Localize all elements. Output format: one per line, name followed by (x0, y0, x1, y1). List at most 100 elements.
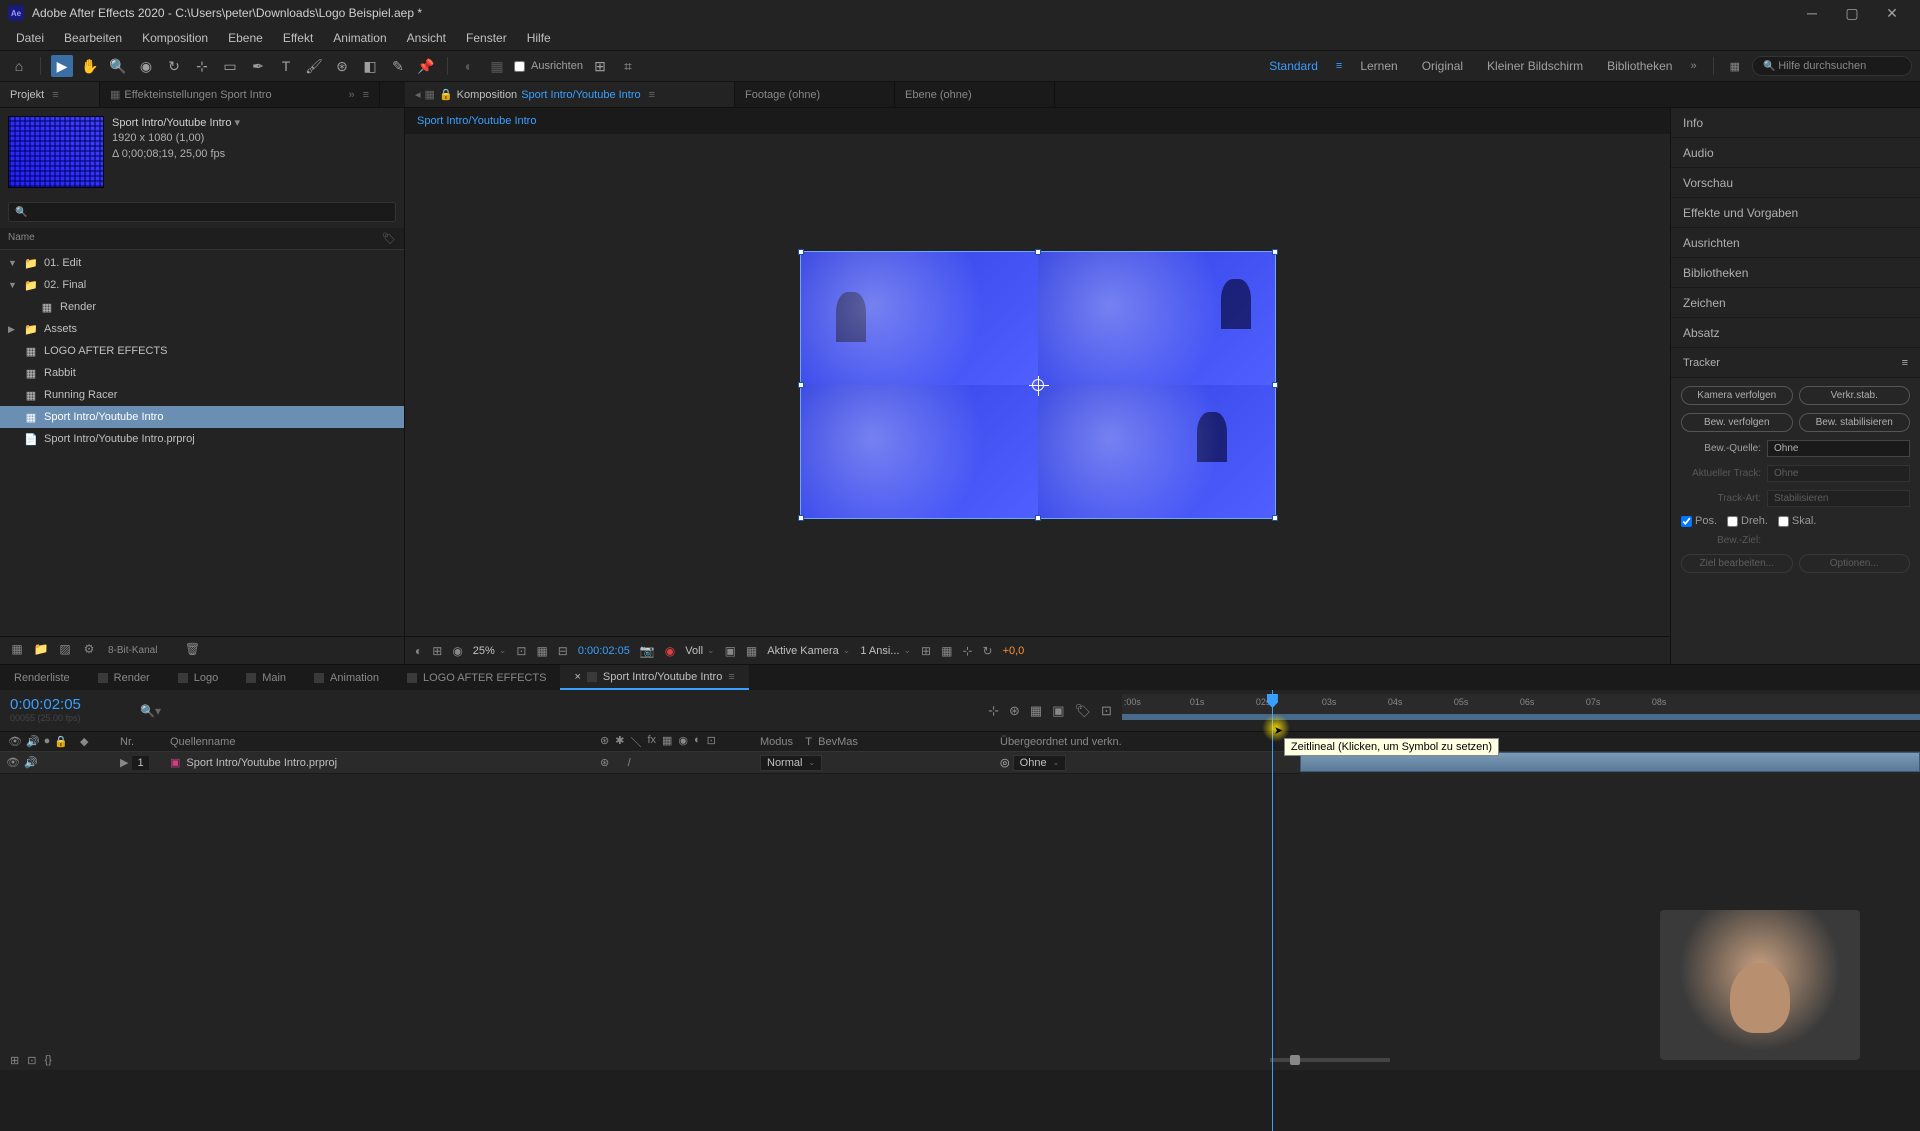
help-search[interactable]: Hilfe durchsuchen (1752, 56, 1912, 76)
handle-bl[interactable] (798, 515, 804, 521)
viewer-canvas[interactable] (405, 134, 1670, 636)
lock-col-icon[interactable]: 🔒 (54, 735, 68, 748)
rot-checkbox[interactable] (1727, 516, 1738, 527)
menu-fenster[interactable]: Fenster (456, 31, 517, 45)
col-mode[interactable]: Modus T BevMas (760, 736, 900, 748)
new-comp-icon[interactable]: ▨ (56, 642, 74, 660)
tree-item-01-edit[interactable]: ▼📁01. Edit (0, 252, 404, 274)
viewer-time[interactable]: 0:00:02:05 (578, 645, 630, 657)
audio-col-icon[interactable]: 🔊 (26, 735, 40, 748)
handle-tr[interactable] (1272, 249, 1278, 255)
mask-icon[interactable]: ◉ (452, 644, 462, 658)
maximize-button[interactable]: ▢ (1832, 5, 1872, 22)
workspace-kleiner[interactable]: Kleiner Bildschirm (1481, 55, 1589, 77)
shy-col-icon[interactable]: ◆ (80, 736, 88, 748)
snap-icon-2[interactable]: ⌗ (617, 55, 639, 77)
timeline-search-icon[interactable]: 🔍▾ (140, 690, 180, 731)
eye-col-icon[interactable]: 👁 (8, 735, 22, 748)
tl-tab-renderliste[interactable]: Renderliste (0, 665, 84, 690)
handle-tc[interactable] (1035, 249, 1041, 255)
col-parent[interactable]: Übergeordnet und verkn. (1000, 736, 1180, 748)
handle-ml[interactable] (798, 382, 804, 388)
menu-animation[interactable]: Animation (323, 31, 396, 45)
viewer-breadcrumb[interactable]: Sport Intro/Youtube Intro (405, 108, 1670, 134)
orbit-tool[interactable]: ◉ (135, 55, 157, 77)
layer-audio-icon[interactable]: 🔊 (24, 756, 38, 769)
tl-icon-6[interactable]: ⊡ (1101, 703, 1112, 719)
menu-effekt[interactable]: Effekt (273, 31, 323, 45)
workspace-grid-icon[interactable]: ▦ (1730, 60, 1740, 73)
workspace-standard[interactable]: Standard (1263, 55, 1324, 77)
snap-icon[interactable]: ⊞ (589, 55, 611, 77)
pen-tool[interactable]: ✒ (247, 55, 269, 77)
menu-komposition[interactable]: Komposition (132, 31, 218, 45)
warp-stab-button[interactable]: Verkr.stab. (1799, 386, 1911, 405)
layer-parent-select[interactable]: Ohne (1013, 755, 1067, 771)
col-source[interactable]: Quellenname (170, 736, 600, 748)
layout-icon[interactable]: ⊡ (516, 644, 526, 658)
tl-toggle-2[interactable]: ⊡ (27, 1054, 36, 1067)
tree-item-logo-ae[interactable]: ▦LOGO AFTER EFFECTS (0, 340, 404, 362)
solo-col-icon[interactable]: ● (44, 735, 51, 748)
resolution-dropdown[interactable]: Voll (685, 645, 714, 657)
handle-br[interactable] (1272, 515, 1278, 521)
tree-item-assets[interactable]: ▶📁Assets (0, 318, 404, 340)
audio-panel-header[interactable]: Audio (1671, 138, 1920, 168)
col-nr[interactable]: Nr. (120, 736, 170, 748)
timeline-timecode[interactable]: 0:00:02:05 00055 (25.00 fps) (0, 690, 140, 731)
tl-icon-2[interactable]: ⊛ (1009, 703, 1020, 719)
selection-tool[interactable]: ▶ (51, 55, 73, 77)
tree-item-rabbit[interactable]: ▦Rabbit (0, 362, 404, 384)
menu-datei[interactable]: Datei (6, 31, 54, 45)
handle-mr[interactable] (1272, 382, 1278, 388)
parent-pickwhip-icon[interactable]: ◎ (1000, 757, 1010, 769)
layer-eye-icon[interactable]: 👁 (6, 756, 20, 769)
info-panel-header[interactable]: Info (1671, 108, 1920, 138)
scale-checkbox[interactable] (1778, 516, 1789, 527)
grid-icon[interactable]: ⊞ (432, 644, 442, 658)
tl-tab-main[interactable]: Main (232, 665, 300, 690)
menu-ebene[interactable]: Ebene (218, 31, 273, 45)
tl-toggle-1[interactable]: ⊞ (10, 1054, 19, 1067)
project-search[interactable] (8, 202, 396, 222)
tree-item-render[interactable]: ▦Render (0, 296, 404, 318)
toggle-icon-2[interactable]: ▦ (486, 55, 508, 77)
timeline-layer-1[interactable]: 👁🔊 ▶1 ▣Sport Intro/Youtube Intro.prproj … (0, 752, 1300, 774)
home-tool[interactable]: ⌂ (8, 55, 30, 77)
channel-icon[interactable]: ◉ (665, 644, 675, 658)
playhead[interactable] (1272, 690, 1273, 1131)
vbtn-a[interactable]: ⊞ (921, 644, 931, 658)
alpha-icon[interactable]: ◐ (415, 644, 422, 658)
snapshot-icon[interactable]: 📷 (640, 644, 655, 658)
handle-tl[interactable] (798, 249, 804, 255)
interpret-icon[interactable]: ▦ (8, 642, 26, 660)
region-icon[interactable]: ▣ (725, 644, 736, 658)
tree-item-running-racer[interactable]: ▦Running Racer (0, 384, 404, 406)
effect-controls-tab[interactable]: ▦Effekteinstellungen Sport Intro »≡ (100, 82, 380, 107)
tl-icon-3[interactable]: ▦ (1030, 703, 1042, 719)
align-checkbox[interactable] (514, 61, 525, 72)
libraries-panel-header[interactable]: Bibliotheken (1671, 258, 1920, 288)
tl-icon-5[interactable]: 🏷 (1075, 703, 1092, 719)
vbtn-c[interactable]: ⊹ (962, 644, 972, 658)
workspace-overflow-icon[interactable]: » (1690, 60, 1696, 72)
track-camera-button[interactable]: Kamera verfolgen (1681, 386, 1793, 405)
anchor-point[interactable] (1032, 379, 1044, 391)
preview-panel-header[interactable]: Vorschau (1671, 168, 1920, 198)
settings-icon[interactable]: ⚙ (80, 642, 98, 660)
tl-tab-render[interactable]: Render (84, 665, 164, 690)
tl-icon-1[interactable]: ⊹ (988, 703, 999, 719)
time-ruler[interactable]: :00s 01s 02s 03s 04s 05s 06s 07s 08s ➤ Z… (1122, 690, 1920, 731)
clone-tool[interactable]: ⊛ (331, 55, 353, 77)
align-panel-header[interactable]: Ausrichten (1671, 228, 1920, 258)
tl-tab-logo[interactable]: Logo (164, 665, 232, 690)
stabilize-button[interactable]: Bew. stabilisieren (1799, 413, 1911, 432)
camera-dropdown[interactable]: Aktive Kamera (767, 645, 850, 657)
tl-toggle-3[interactable]: {} (44, 1054, 51, 1066)
brush-tool[interactable]: 🖌 (303, 55, 325, 77)
footage-tab[interactable]: Footage (ohne) (735, 82, 895, 107)
close-button[interactable]: ✕ (1872, 5, 1912, 22)
layer-mode-select[interactable]: Normal (760, 755, 822, 771)
project-col-name[interactable]: Name (8, 232, 35, 245)
bit-depth-label[interactable]: 8-Bit-Kanal (108, 645, 157, 656)
